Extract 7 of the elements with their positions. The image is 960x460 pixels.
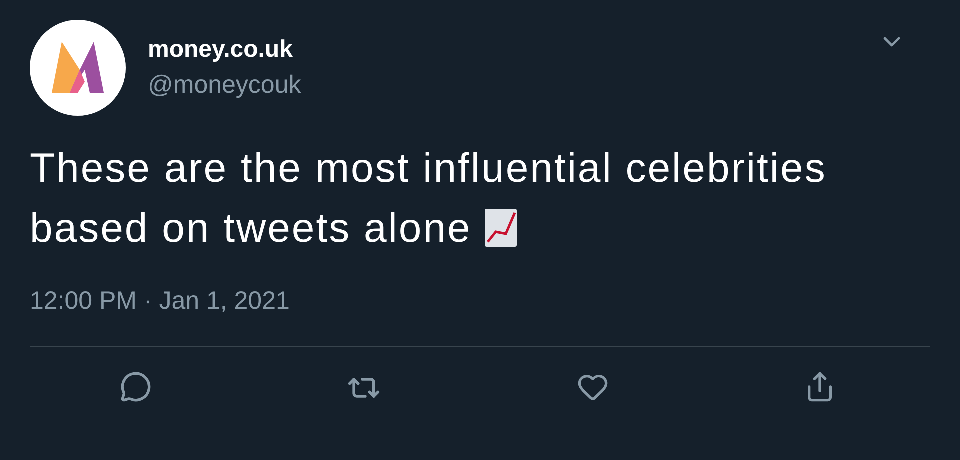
account-name: money.co.uk <box>148 36 294 64</box>
chart-increasing-icon <box>484 208 518 248</box>
tweet-text: These are the most influential celebrities <box>30 144 827 193</box>
tweet-timestamp: 12:00 PM · Jan 1, 2021 <box>30 286 291 316</box>
tweet-text: based on tweets alone <box>30 204 472 253</box>
account-handle: @moneycouk <box>148 70 302 100</box>
avatar-logo-icon <box>30 20 126 116</box>
